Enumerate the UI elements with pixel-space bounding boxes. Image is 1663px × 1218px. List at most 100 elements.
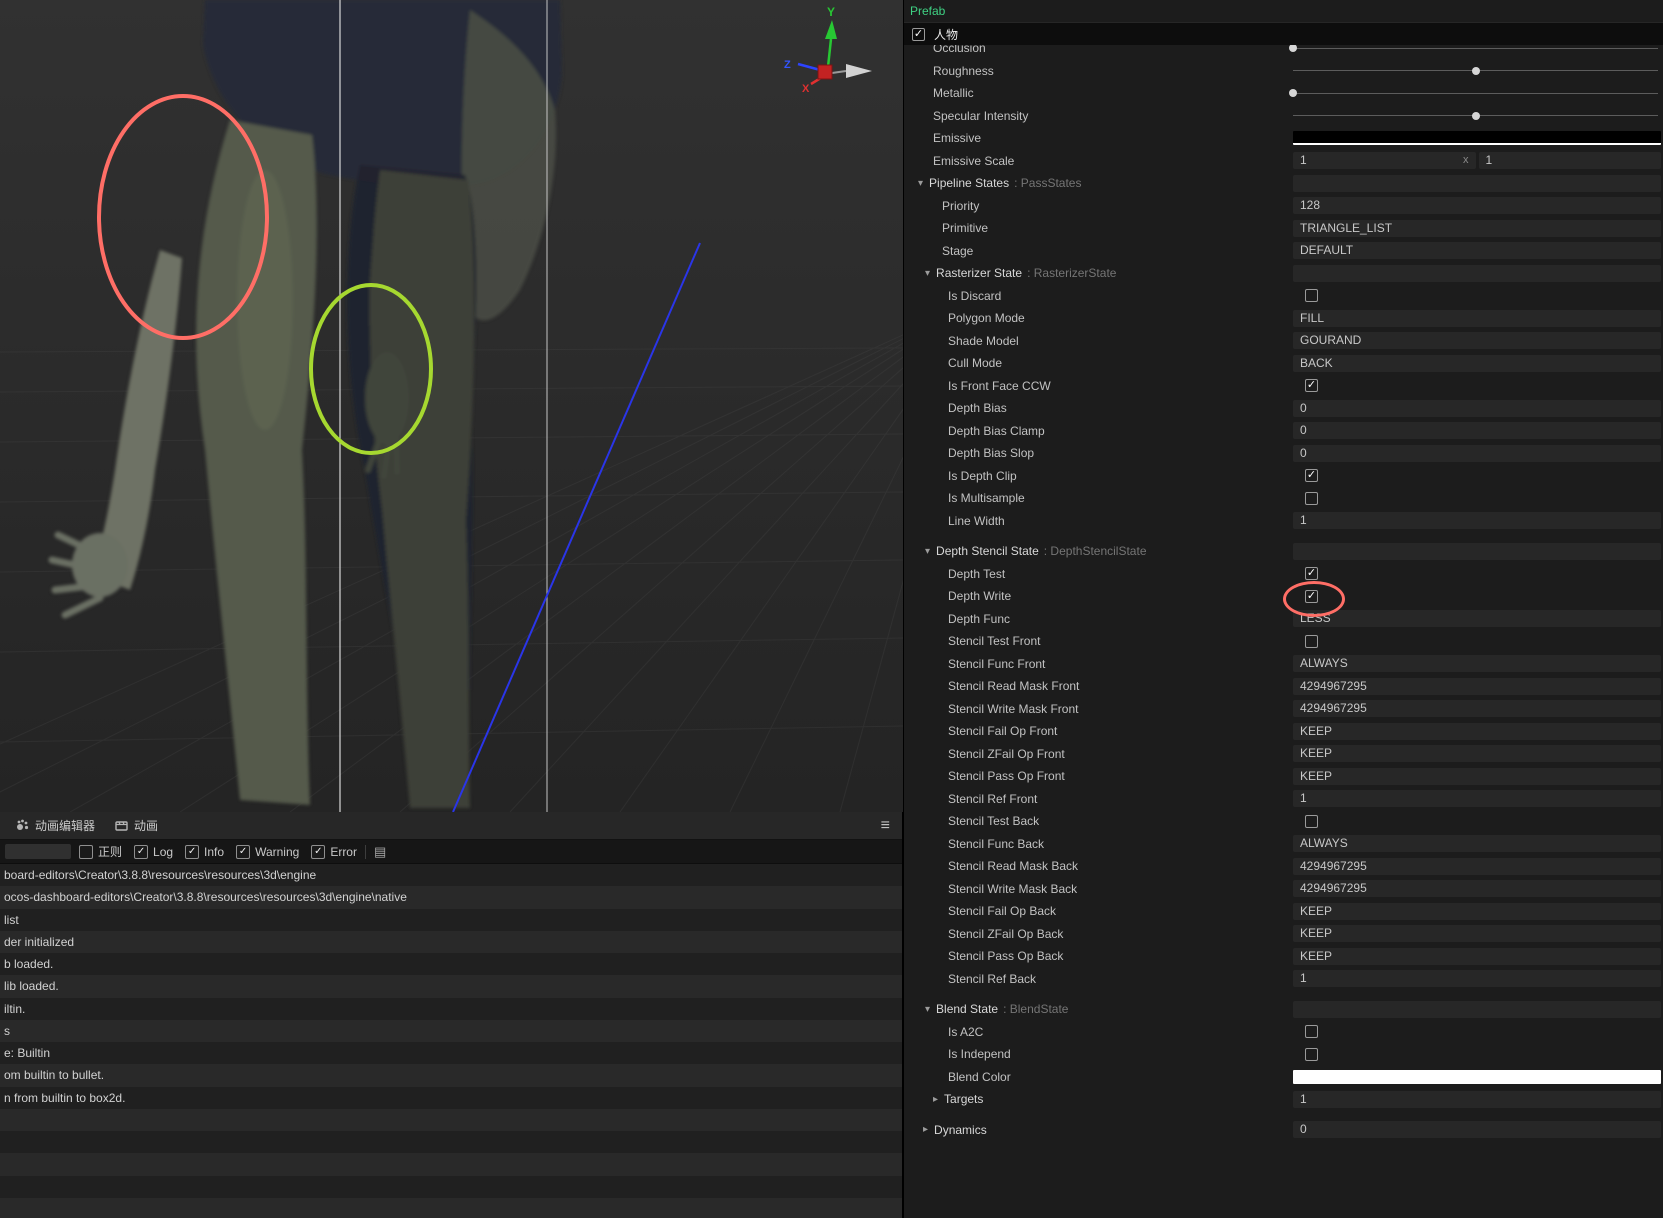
log-row[interactable]: list: [0, 908, 902, 931]
slider-knob[interactable]: [1471, 66, 1480, 75]
targets-value-field[interactable]: 1: [1293, 1090, 1661, 1108]
log-row[interactable]: [0, 1175, 902, 1198]
depth-write-checkbox[interactable]: ✓: [1305, 589, 1318, 603]
filter-checkbox[interactable]: [79, 844, 93, 859]
slider-knob[interactable]: [1289, 89, 1297, 98]
collapse-caret-icon[interactable]: ▾: [918, 178, 923, 189]
filter-checkbox[interactable]: ✓: [236, 844, 251, 859]
line-width-value-field[interactable]: 1: [1293, 512, 1661, 530]
polygon-mode-value-field[interactable]: FILL: [1293, 309, 1661, 327]
log-row[interactable]: [0, 1108, 902, 1131]
is-discard-checkbox[interactable]: [1305, 289, 1318, 303]
dynamics-row[interactable]: ▸ Dynamics 0: [904, 1119, 1663, 1142]
stencil-write-mask-front-value-field[interactable]: 4294967295: [1293, 700, 1661, 718]
log-row[interactable]: b loaded.: [0, 953, 902, 976]
tab-animation[interactable]: 动画: [105, 812, 168, 839]
stencil-pass-op-back-value-field[interactable]: KEEP: [1293, 947, 1661, 965]
log-row[interactable]: e: Builtin: [0, 1042, 902, 1065]
collapse-caret-icon[interactable]: ▾: [925, 546, 930, 557]
filter-checkbox[interactable]: ✓: [311, 844, 326, 859]
is-depth-clip-checkbox[interactable]: ✓: [1305, 469, 1318, 483]
slider[interactable]: [1293, 111, 1658, 120]
stencil-test-back-checkbox[interactable]: [1305, 814, 1318, 828]
stencil-fail-op-front-value-field[interactable]: KEEP: [1293, 722, 1661, 740]
blend-state-value-field[interactable]: [1293, 1000, 1661, 1018]
color-swatch[interactable]: [1293, 1069, 1661, 1084]
stage-value-field[interactable]: DEFAULT: [1293, 242, 1661, 260]
filter-checkbox[interactable]: ✓: [134, 844, 149, 859]
log-row[interactable]: [0, 1197, 902, 1218]
slider-knob[interactable]: [1289, 44, 1297, 53]
expand-caret-icon[interactable]: ▸: [933, 1094, 938, 1105]
log-row[interactable]: ocos-dashboard-editors\Creator\3.8.8\res…: [0, 886, 902, 909]
depth-bias-clamp-value-field[interactable]: 0: [1293, 422, 1661, 440]
is-front-face-ccw-checkbox[interactable]: ✓: [1305, 379, 1318, 393]
stencil-fail-op-back-value-field[interactable]: KEEP: [1293, 902, 1661, 920]
is-multisample-checkbox[interactable]: [1305, 491, 1318, 505]
log-row[interactable]: iltin.: [0, 997, 902, 1020]
stencil-func-back-value-field[interactable]: ALWAYS: [1293, 835, 1661, 853]
log-row[interactable]: [0, 1131, 902, 1154]
priority-value-field[interactable]: 128: [1293, 197, 1661, 215]
shade-model-value-field[interactable]: GOURAND: [1293, 332, 1661, 350]
log-list[interactable]: board-editors\Creator\3.8.8\resources\re…: [0, 864, 902, 1218]
filter-error[interactable]: ✓ Error: [311, 844, 357, 859]
stencil-func-front-value-field[interactable]: ALWAYS: [1293, 655, 1661, 673]
targets-row[interactable]: ▸ Targets 1: [904, 1088, 1663, 1111]
depth-test-checkbox[interactable]: ✓: [1305, 567, 1318, 581]
stencil-pass-op-front-value-field[interactable]: KEEP: [1293, 767, 1661, 785]
node-active-checkbox[interactable]: ✓: [912, 27, 925, 41]
stencil-ref-front-value-field[interactable]: 1: [1293, 790, 1661, 808]
stencil-zfail-op-front-value-field[interactable]: KEEP: [1293, 745, 1661, 763]
panel-menu-icon[interactable]: ≡: [875, 817, 896, 835]
filter-warning[interactable]: ✓ Warning: [236, 844, 299, 859]
slider[interactable]: [1289, 89, 1658, 98]
cull-mode-value-field[interactable]: BACK: [1293, 354, 1661, 372]
pipeline-states-value-field[interactable]: [1293, 174, 1661, 192]
rasterizer-state-value-field[interactable]: [1293, 264, 1661, 282]
slider-knob[interactable]: [1471, 111, 1480, 120]
console-search-input[interactable]: [5, 844, 71, 859]
filter-info[interactable]: ✓ Info: [185, 844, 224, 859]
log-row[interactable]: der initialized: [0, 930, 902, 953]
stencil-read-mask-back-value-field[interactable]: 4294967295: [1293, 857, 1661, 875]
is-a2c-checkbox[interactable]: [1305, 1025, 1318, 1039]
dynamics-value-field[interactable]: 0: [1293, 1121, 1661, 1139]
log-row[interactable]: lib loaded.: [0, 975, 902, 998]
gizmo-center-cube[interactable]: [817, 64, 833, 80]
depth-func-value-field[interactable]: LESS: [1293, 610, 1661, 628]
stencil-read-mask-front-value-field[interactable]: 4294967295: [1293, 677, 1661, 695]
primitive-value-field[interactable]: TRIANGLE_LIST: [1293, 219, 1661, 237]
is-independ-checkbox[interactable]: [1305, 1047, 1318, 1061]
vector-field-x[interactable]: 1x: [1293, 152, 1476, 170]
log-row[interactable]: om builtin to bullet.: [0, 1064, 902, 1087]
depth-bias-value-field[interactable]: 0: [1293, 399, 1661, 417]
slider[interactable]: [1293, 66, 1658, 75]
scene-viewport[interactable]: Y X Z: [0, 0, 903, 812]
log-row[interactable]: [0, 1153, 902, 1176]
node-header[interactable]: ✓ 人物: [904, 22, 1663, 45]
color-swatch[interactable]: [1293, 131, 1661, 146]
stencil-write-mask-back-value-field[interactable]: 4294967295: [1293, 880, 1661, 898]
log-row[interactable]: s: [0, 1019, 902, 1042]
depth-bias-slop-value-field[interactable]: 0: [1293, 444, 1661, 462]
depth-stencil-state-row[interactable]: ▾ Depth Stencil State: DepthStencilState: [904, 540, 1663, 563]
slider[interactable]: [1289, 44, 1658, 53]
vector-field-y[interactable]: 1: [1478, 152, 1661, 170]
stencil-test-front-checkbox[interactable]: [1305, 634, 1318, 648]
tab-animation-editor[interactable]: 动画编辑器: [6, 812, 105, 839]
collapse-caret-icon[interactable]: ▾: [925, 268, 930, 279]
pipeline-states-row[interactable]: ▾ Pipeline States: PassStates: [904, 172, 1663, 195]
stencil-ref-back-value-field[interactable]: 1: [1293, 970, 1661, 988]
expand-caret-icon[interactable]: ▸: [923, 1124, 928, 1135]
filter-checkbox[interactable]: ✓: [185, 844, 200, 859]
blend-state-row[interactable]: ▾ Blend State: BlendState: [904, 998, 1663, 1021]
stencil-zfail-op-back-value-field[interactable]: KEEP: [1293, 925, 1661, 943]
filter-log[interactable]: ✓ Log: [134, 844, 173, 859]
filter-row[interactable]: 正则: [79, 843, 122, 860]
log-row[interactable]: board-editors\Creator\3.8.8\resources\re…: [0, 864, 902, 887]
collapse-caret-icon[interactable]: ▾: [925, 1004, 930, 1015]
log-row[interactable]: n from builtin to box2d.: [0, 1086, 902, 1109]
rasterizer-state-row[interactable]: ▾ Rasterizer State: RasterizerState: [904, 262, 1663, 285]
depth-stencil-state-value-field[interactable]: [1293, 542, 1661, 560]
